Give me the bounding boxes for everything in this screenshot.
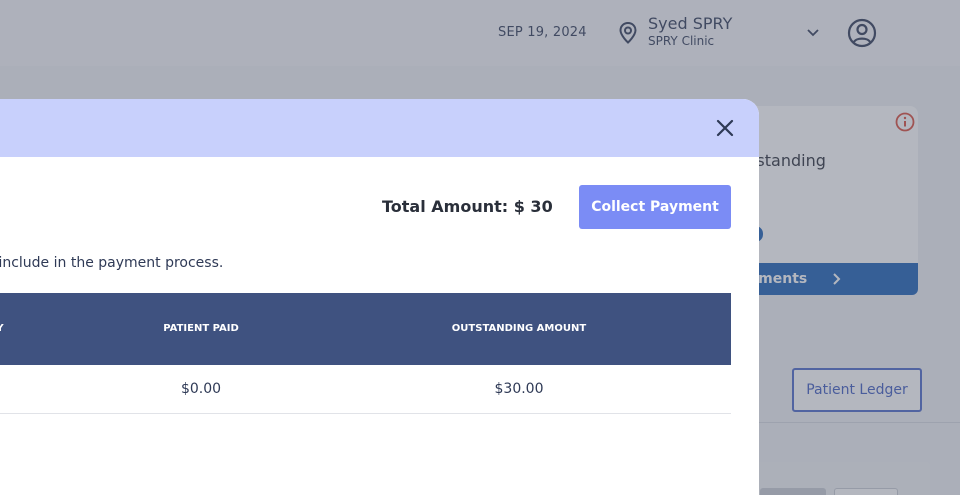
modal-header xyxy=(0,99,759,157)
total-amount: Total Amount: $ 30 xyxy=(382,197,553,216)
instruction-text: t to include in the payment process. xyxy=(0,255,224,271)
cell-outstanding-amount: $30.00 xyxy=(494,381,544,397)
collect-payment-modal: Total Amount: $ 30 Collect Payment t to … xyxy=(0,99,759,495)
column-header-patient-paid: PATIENT PAID xyxy=(163,323,239,334)
column-header: Y xyxy=(0,323,4,334)
collect-payment-button[interactable]: Collect Payment xyxy=(579,185,731,229)
column-header-outstanding-amount: OUTSTANDING AMOUNT xyxy=(451,323,587,334)
table-row: $0.00 $30.00 xyxy=(0,365,731,414)
cell-patient-paid: $0.00 xyxy=(180,381,222,397)
close-icon[interactable] xyxy=(714,117,736,139)
table-header: Y PATIENT PAID OUTSTANDING AMOUNT xyxy=(0,293,731,365)
